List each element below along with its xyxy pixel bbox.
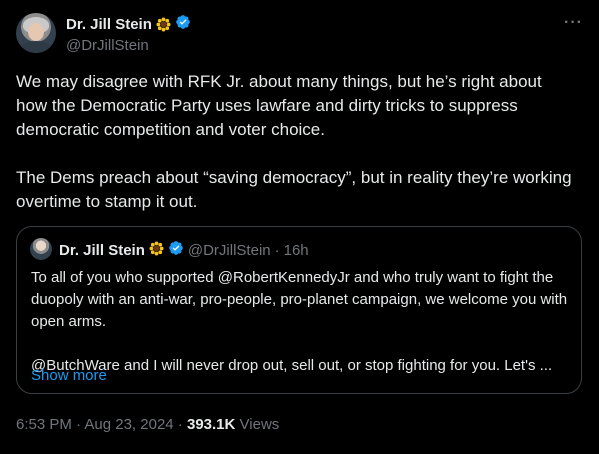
tweet-text: We may disagree with RFK Jr. about many … xyxy=(16,70,576,214)
show-more-link[interactable]: Show more xyxy=(31,367,107,384)
quote-text: To all of you who supported @RobertKenne… xyxy=(31,267,571,377)
meta-separator: · xyxy=(76,416,82,433)
views-label: Views xyxy=(239,416,280,433)
views-count: 393.1K xyxy=(186,416,236,433)
quote-author-name: Dr. Jill Stein xyxy=(59,241,145,259)
author-name[interactable]: Dr. Jill Stein xyxy=(66,16,152,33)
sunflower-icon xyxy=(156,17,171,32)
quote-timestamp: 16h xyxy=(283,241,309,259)
more-dots-icon[interactable]: ··· xyxy=(564,14,583,32)
sunflower-icon xyxy=(149,240,164,260)
author-name-row[interactable]: Dr. Jill Stein xyxy=(66,14,191,35)
quote-author-handle: @DrJillStein xyxy=(187,241,271,259)
verified-badge-icon xyxy=(175,14,191,35)
author-handle[interactable]: @DrJillStein xyxy=(66,37,149,54)
tweet-meta: 6:53 PM · Aug 23, 2024 · 393.1K Views xyxy=(16,416,279,433)
quote-separator: · xyxy=(274,241,280,259)
tweet-date[interactable]: Aug 23, 2024 xyxy=(84,416,173,433)
quote-paragraph: To all of you who supported @RobertKenne… xyxy=(31,269,568,330)
meta-separator: · xyxy=(177,416,183,433)
quote-header: Dr. Jill Stein @DrJillStein · 16h xyxy=(59,240,309,260)
quoted-tweet[interactable]: Dr. Jill Stein @DrJillStein · 16h To all xyxy=(16,226,582,394)
tweet-time[interactable]: 6:53 PM xyxy=(16,416,72,433)
tweet-paragraph: The Dems preach about “saving democracy”… xyxy=(16,168,572,211)
quote-author-avatar xyxy=(30,238,52,260)
author-avatar[interactable] xyxy=(16,13,56,53)
verified-badge-icon xyxy=(168,240,184,260)
quote-paragraph: @ButchWare and I will never drop out, se… xyxy=(31,357,553,374)
tweet-paragraph: We may disagree with RFK Jr. about many … xyxy=(16,72,542,139)
